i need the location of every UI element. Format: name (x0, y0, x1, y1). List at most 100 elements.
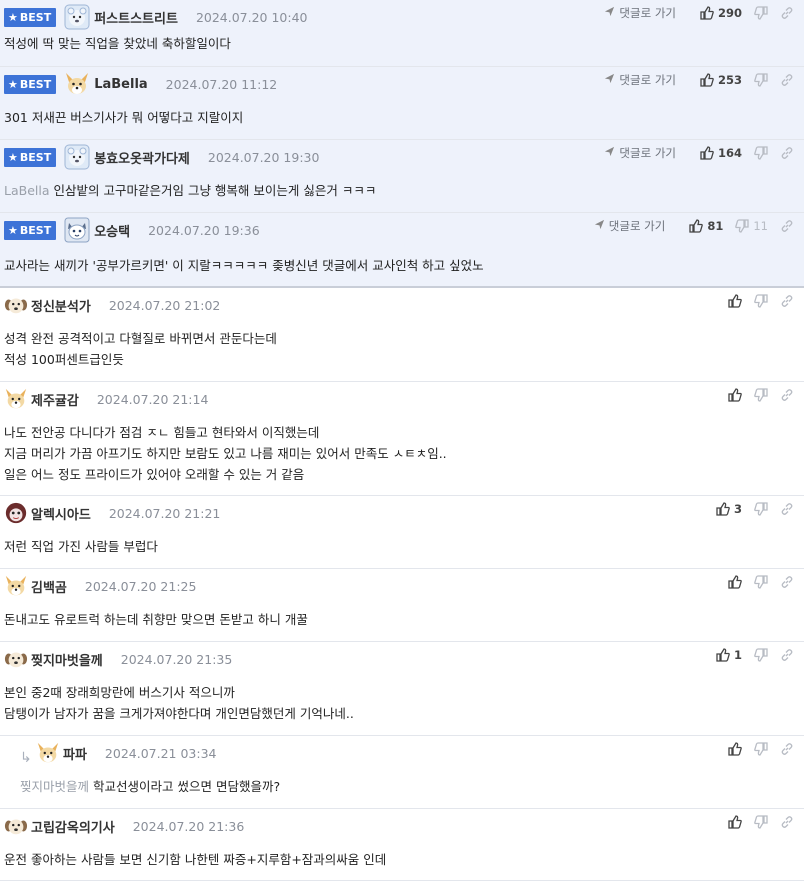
comment-line: 성격 완전 공격적이고 다혈질로 바뀌면서 관둔다는데 (4, 328, 277, 349)
comment: 찢지마벗을께 2024.07.20 21:35 1 본인 중2때 장래희망란에 버스기… (0, 642, 804, 736)
author-nickname[interactable]: 봉효오옷곽가다제 (94, 148, 190, 167)
comment-line: 저런 직업 가진 사람들 부럽다 (4, 536, 158, 557)
share-link-button[interactable] (780, 294, 794, 308)
dislike-button[interactable]: 11 (735, 219, 768, 233)
goto-comment-link[interactable]: 댓글로 가기 (604, 145, 676, 161)
best-badge: ★ BEST (4, 74, 57, 94)
comment: 고립감옥의기사 2024.07.20 21:36 운전 좋아하는 사람들 보면 신기… (0, 809, 804, 881)
author-nickname[interactable]: 파파 (63, 744, 87, 763)
like-button[interactable]: 164 (700, 146, 742, 160)
like-button[interactable] (728, 294, 742, 308)
goto-comment-link[interactable]: 댓글로 가기 (604, 5, 676, 21)
like-button[interactable]: 81 (689, 219, 723, 233)
author-nickname[interactable]: 김백곰 (31, 577, 67, 596)
thumbs-up-icon (728, 388, 742, 402)
comment-line: 운전 좋아하는 사람들 보면 신기함 나한텐 짜증+지루함+잠과의싸움 인데 (4, 849, 386, 870)
share-link-button[interactable] (780, 388, 794, 402)
like-button[interactable]: 1 (716, 648, 742, 662)
reply-mention[interactable]: 찢지마벗을께 (20, 779, 89, 794)
share-link-button[interactable] (780, 502, 794, 516)
author-nickname[interactable]: 제주귤감 (31, 390, 79, 409)
author-nickname[interactable]: 고립감옥의기사 (31, 817, 115, 836)
thumbs-up-icon (700, 73, 714, 87)
goto-comment-link[interactable]: 댓글로 가기 (594, 218, 665, 234)
dislike-button[interactable] (754, 815, 768, 829)
dislike-button[interactable] (754, 294, 768, 308)
comment-list: ★ BEST 퍼스트스트리트 2024.07.20 10:40 댓글로 가기 290 적성에… (0, 0, 804, 881)
avatar[interactable] (64, 71, 90, 97)
best-badge: ★ BEST (4, 147, 57, 167)
like-button[interactable] (728, 575, 742, 589)
author-nickname[interactable]: 오승택 (94, 221, 130, 240)
share-link-button[interactable] (780, 219, 794, 233)
comment-actions (716, 740, 794, 758)
star-icon: ★ (8, 10, 18, 24)
thumbs-up-icon (728, 294, 742, 308)
comment-text: 운전 좋아하는 사람들 보면 신기함 나한텐 짜증+지루함+잠과의싸움 인데 (4, 852, 387, 867)
comment-header: 파파 2024.07.21 03:34 (36, 742, 217, 764)
share-link-button[interactable] (780, 73, 794, 87)
like-button[interactable] (728, 742, 742, 756)
avatar[interactable] (4, 814, 28, 838)
author-nickname[interactable]: LaBella (94, 77, 147, 92)
avatar[interactable] (36, 741, 60, 765)
goto-comment-link[interactable]: 댓글로 가기 (604, 72, 676, 88)
share-link-button[interactable] (780, 742, 794, 756)
thumbs-up-icon (689, 219, 704, 233)
link-icon (780, 6, 794, 20)
avatar[interactable] (64, 217, 90, 243)
comment-date: 2024.07.20 11:12 (165, 76, 278, 92)
comment-date: 2024.07.20 21:14 (96, 391, 209, 407)
comment-date: 2024.07.20 19:36 (148, 222, 260, 238)
share-link-button[interactable] (780, 648, 794, 662)
dislike-button[interactable] (754, 648, 768, 662)
comment: 제주귤감 2024.07.20 21:14 나도 전안공 다니다가 점검 ㅈㄴ 힘들… (0, 382, 804, 496)
dislike-button[interactable] (754, 742, 768, 756)
avatar[interactable] (4, 501, 28, 525)
comment-body: 저런 직업 가진 사람들 부럽다 (4, 536, 158, 557)
send-icon (604, 6, 619, 20)
dislike-button[interactable] (754, 502, 768, 516)
comment: 정신분석가 2024.07.20 21:02 성격 완전 공격적이고 다혈질로 바뀌… (0, 288, 804, 382)
comment-body: 나도 전안공 다니다가 점검 ㅈㄴ 힘들고 현타와서 이직했는데 지금 머리가 가… (4, 422, 447, 485)
dislike-button[interactable] (754, 575, 768, 589)
star-icon: ★ (8, 223, 18, 237)
comment-actions: 댓글로 가기 290 (604, 4, 794, 22)
thumbs-down-icon (754, 6, 768, 20)
avatar[interactable] (4, 293, 28, 317)
comment-actions (716, 573, 794, 591)
share-link-button[interactable] (780, 575, 794, 589)
like-button[interactable] (728, 388, 742, 402)
comment-text: 교사라는 새끼가 '공부가르키면' 이 지랄ㅋㅋㅋㅋㅋ 좆병신년 댓글에서 교사… (4, 258, 484, 273)
share-link-button[interactable] (780, 6, 794, 20)
like-button[interactable]: 253 (700, 73, 742, 87)
comment-body: LaBella 인삼밭의 고구마같은거임 그냥 행복해 보이는게 싫은거 ㅋㅋㅋ (4, 180, 376, 201)
author-nickname[interactable]: 알렉시아드 (31, 504, 91, 523)
reply-mention[interactable]: LaBella (4, 183, 50, 198)
share-link-button[interactable] (780, 146, 794, 160)
dislike-button[interactable] (754, 388, 768, 402)
dislike-button[interactable] (754, 146, 768, 160)
comment-date: 2024.07.20 21:02 (108, 297, 221, 313)
dislike-button[interactable] (754, 6, 768, 20)
avatar[interactable] (4, 647, 28, 671)
comment-line: 적성 100퍼센트급인듯 (4, 349, 277, 370)
author-nickname[interactable]: 정신분석가 (31, 296, 91, 315)
like-count: 253 (717, 73, 742, 87)
comment-header: 정신분석가 2024.07.20 21:02 (4, 294, 220, 316)
comment-actions: 3 (704, 500, 794, 518)
like-button[interactable] (728, 815, 742, 829)
avatar[interactable] (64, 4, 90, 30)
like-button[interactable]: 3 (716, 502, 742, 516)
dislike-button[interactable] (754, 73, 768, 87)
author-nickname[interactable]: 퍼스트스트리트 (94, 8, 178, 27)
author-nickname[interactable]: 찢지마벗을께 (31, 650, 103, 669)
comment-line: 일은 어느 정도 프라이드가 있어야 오래할 수 있는 거 같음 (4, 464, 447, 485)
avatar[interactable] (4, 387, 28, 411)
thumbs-down-icon (754, 73, 768, 87)
avatar[interactable] (4, 574, 28, 598)
comment-text: 나도 전안공 다니다가 점검 ㅈㄴ 힘들고 현타와서 이직했는데 (4, 425, 320, 440)
share-link-button[interactable] (780, 815, 794, 829)
avatar[interactable] (64, 144, 90, 170)
like-button[interactable]: 290 (700, 6, 742, 20)
